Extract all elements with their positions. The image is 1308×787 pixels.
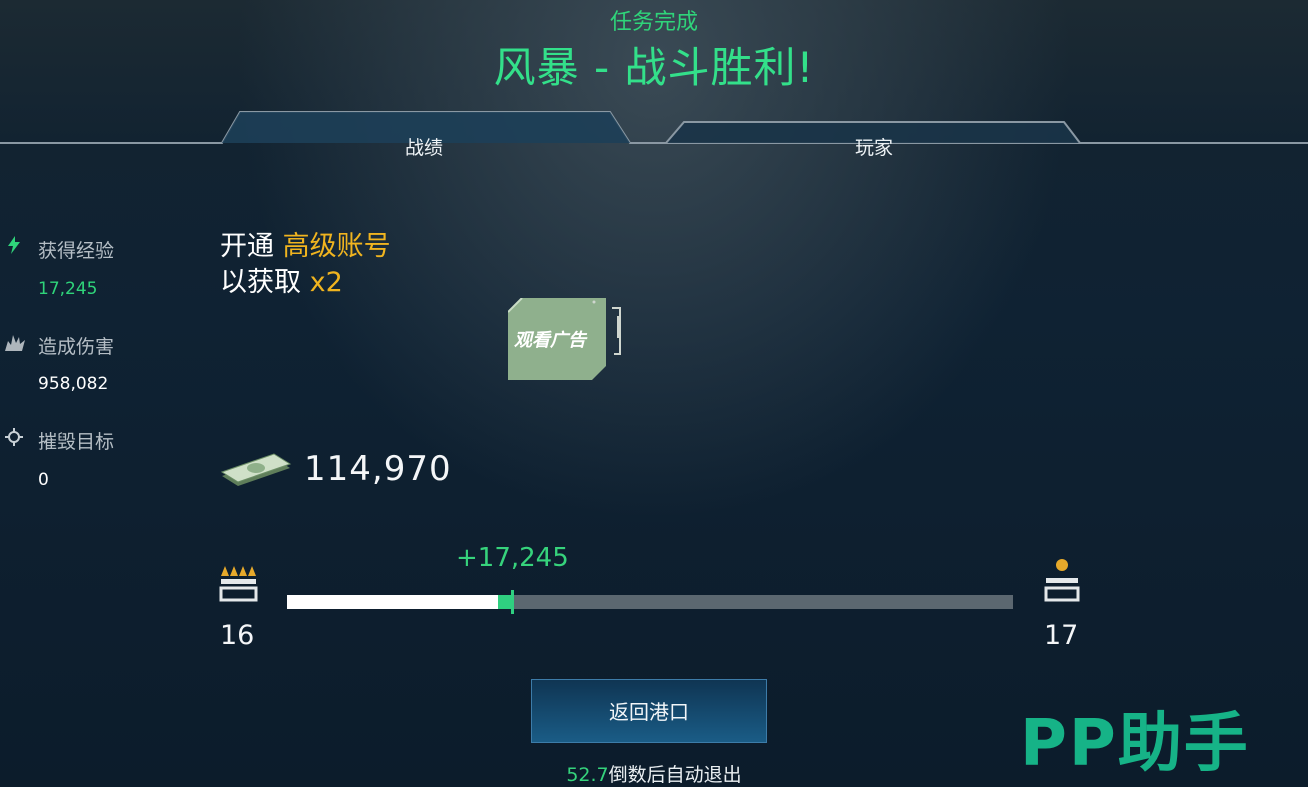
- xp-progress-before: [287, 595, 498, 609]
- watch-ad-button[interactable]: 观看广告: [508, 298, 621, 380]
- watch-ad-label: 观看广告: [514, 330, 586, 351]
- lightning-icon: [5, 236, 23, 254]
- premium-promo-line1: 开通 高级账号: [220, 224, 391, 263]
- stat-value: 0: [38, 470, 49, 490]
- return-to-port-button[interactable]: 返回港口: [531, 679, 767, 743]
- tab-battle-record[interactable]: 战绩: [324, 133, 524, 160]
- explosion-icon: [5, 333, 25, 351]
- countdown-seconds: 52.7: [566, 764, 609, 786]
- countdown-text: 倒数后自动退出: [608, 764, 742, 786]
- promo-text: 开通: [220, 231, 283, 262]
- money-reward: 114,970: [304, 449, 452, 489]
- tab-players[interactable]: 玩家: [774, 133, 974, 160]
- stat-value: 17,245: [38, 279, 98, 299]
- stat-label: 获得经验: [38, 240, 115, 262]
- premium-account-link[interactable]: 高级账号: [283, 231, 391, 262]
- promo-text: 以获取: [220, 267, 310, 298]
- premium-promo-line2: 以获取 x2: [220, 260, 343, 299]
- multiplier-label: x2: [309, 267, 343, 298]
- tab-strip: [0, 111, 1308, 144]
- rank-star-icon: [1042, 558, 1082, 608]
- xp-progress-marker: [511, 590, 514, 614]
- cash-stack-icon: [220, 450, 292, 494]
- stat-label: 造成伤害: [38, 336, 115, 358]
- next-rank: 17: [1044, 620, 1079, 651]
- xp-gain-label: +17,245: [456, 543, 569, 573]
- xp-progress-gain: [498, 595, 512, 609]
- crosshair-icon: [5, 428, 23, 446]
- watermark-logo: PP助手: [1020, 707, 1250, 781]
- stat-value: 958,082: [38, 374, 109, 394]
- stat-label: 摧毁目标: [38, 431, 115, 453]
- rank-chevrons-icon: [218, 562, 258, 606]
- current-rank: 16: [220, 620, 255, 651]
